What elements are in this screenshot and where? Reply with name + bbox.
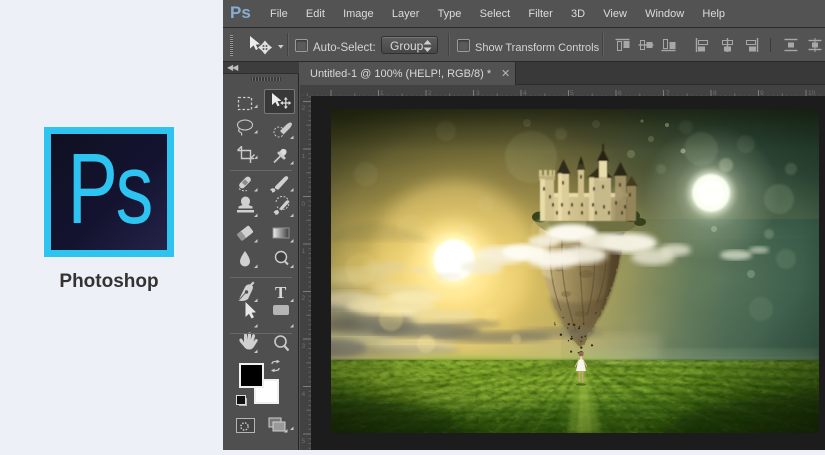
svg-text:1: 1	[302, 153, 306, 160]
svg-text:5: 5	[302, 438, 306, 445]
svg-text:T: T	[275, 283, 287, 302]
svg-text:3: 3	[302, 343, 306, 350]
svg-text:4: 4	[302, 391, 306, 398]
svg-text:0: 0	[302, 201, 306, 208]
svg-text:2: 2	[302, 105, 306, 112]
svg-text:1: 1	[302, 248, 306, 255]
svg-text:2: 2	[302, 295, 306, 302]
